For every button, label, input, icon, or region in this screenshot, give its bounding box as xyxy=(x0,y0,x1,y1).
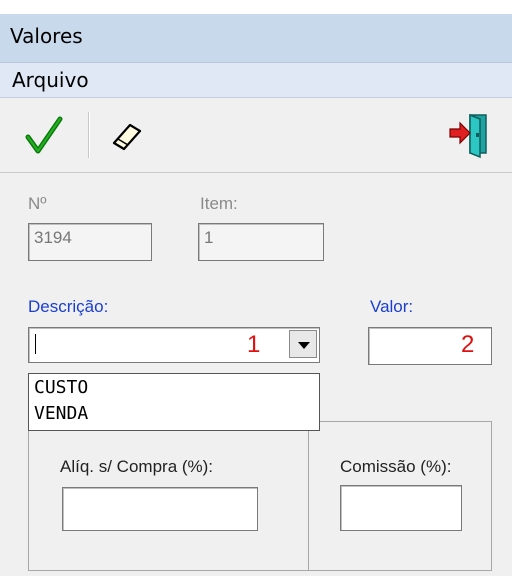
descricao-dropdown-list: CUSTO VENDA xyxy=(28,373,320,431)
text-caret xyxy=(35,334,36,354)
aliq-field[interactable] xyxy=(62,487,258,531)
numero-field[interactable]: 3194 xyxy=(28,223,152,261)
toolbar-separator xyxy=(88,112,90,158)
valor-label: Valor: xyxy=(370,297,414,316)
comissao-label: Comissão (%): xyxy=(340,457,452,476)
aliq-label: Alíq. s/ Compra (%): xyxy=(60,457,214,476)
toolbar xyxy=(0,98,512,173)
window-title: Valores xyxy=(10,24,83,48)
checkmark-icon xyxy=(25,116,63,154)
clear-button[interactable] xyxy=(100,105,160,165)
item-label: Item: xyxy=(200,194,238,213)
eraser-icon xyxy=(112,123,142,151)
valor-field[interactable]: 2 xyxy=(368,327,492,365)
item-field[interactable]: 1 xyxy=(198,223,324,261)
confirm-button[interactable] xyxy=(14,105,74,165)
comissao-field[interactable] xyxy=(340,485,462,531)
annotation-1: 1 xyxy=(247,331,261,358)
valores-window: Valores Arquivo Nº 3194 Item: 1 Descriçã… xyxy=(0,0,512,576)
menu-bar: Arquivo xyxy=(0,63,512,98)
item-value: 1 xyxy=(204,228,214,247)
descricao-label: Descrição: xyxy=(28,297,109,316)
dropdown-arrow-button[interactable] xyxy=(289,330,317,358)
numero-label: Nº xyxy=(28,194,47,213)
title-bar: Valores xyxy=(0,14,512,63)
annotation-2: 2 xyxy=(461,331,475,358)
dropdown-option-custo[interactable]: CUSTO xyxy=(34,377,88,398)
numero-value: 3194 xyxy=(34,228,72,247)
menu-arquivo[interactable]: Arquivo xyxy=(12,68,89,92)
exit-door-icon xyxy=(449,113,487,159)
exit-button[interactable] xyxy=(440,105,500,165)
dropdown-option-venda[interactable]: VENDA xyxy=(34,403,88,424)
descricao-combobox[interactable]: 1 xyxy=(28,327,320,363)
group-divider xyxy=(308,421,309,571)
